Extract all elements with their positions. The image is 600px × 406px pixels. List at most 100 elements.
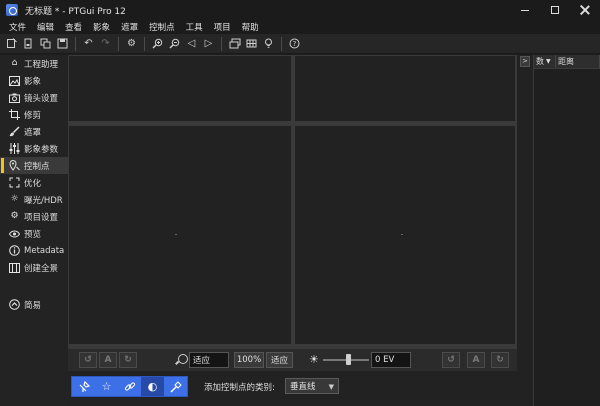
sidebar-item-crop[interactable]: 修剪 (0, 106, 68, 123)
wand-icon[interactable] (164, 377, 187, 396)
next-icon[interactable]: ▷ (201, 36, 216, 51)
menu-file[interactable]: 文件 (4, 21, 32, 33)
lightbulb-icon[interactable] (261, 36, 276, 51)
panorama-editor-icon[interactable] (227, 36, 242, 51)
zoom-100-button[interactable]: 100% (234, 352, 264, 368)
menu-view[interactable]: 查看 (60, 21, 88, 33)
auto-right-button[interactable]: A (467, 352, 485, 368)
add-control-point-icon[interactable] (72, 377, 95, 396)
left-image-viewer[interactable] (69, 126, 291, 344)
menu-control-points[interactable]: 控制点 (144, 21, 181, 33)
panorama-icon (9, 262, 20, 273)
toolbar-separator (75, 36, 76, 51)
sidebar-item-lens-settings[interactable]: 镜头设置 (0, 89, 68, 106)
home-icon: ⌂ (11, 58, 18, 68)
previous-icon[interactable]: ◁ (184, 36, 199, 51)
left-image-strip[interactable] (69, 56, 291, 121)
control-point-table-panel: > 数 ▼ 距离 (517, 55, 600, 406)
image-icon (9, 75, 20, 86)
sidebar: ⌂ 工程助理 影象 镜头设置 修剪 遮罩 影象参数 控制点 优化 ☼ 曝光/HD… (0, 55, 68, 406)
star-icon[interactable]: ☆ (95, 377, 118, 396)
close-icon (580, 5, 590, 15)
right-image-viewer[interactable] (295, 126, 515, 344)
viewer-control-bar: ↺ A ↻ 适应 100% 适应 ☀ 0 EV ↺ A ↻ (68, 349, 517, 371)
settings-icon[interactable]: ⚙ (124, 36, 139, 51)
grid-icon[interactable] (244, 36, 259, 51)
maximize-button[interactable] (540, 0, 570, 20)
rotate-right-right-button[interactable]: ↻ (491, 352, 509, 368)
sidebar-item-simple-mode[interactable]: 简易 (0, 296, 41, 313)
optimize-icon (9, 177, 20, 188)
sidebar-item-create-panorama[interactable]: 创建全景 (0, 259, 68, 276)
contrast-icon[interactable]: ◐ (141, 377, 164, 396)
zoom-fit-field[interactable]: 适应 (189, 352, 229, 368)
menu-bar: 文件 编辑 查看 影象 遮罩 控制点 工具 项目 帮助 (0, 20, 600, 34)
sidebar-item-label: 预览 (24, 229, 42, 240)
exposure-icon: ☼ (10, 194, 19, 204)
maximize-icon (551, 6, 559, 14)
menu-help[interactable]: 帮助 (237, 21, 265, 33)
ev-field[interactable]: 0 EV (371, 352, 411, 368)
auto-left-button[interactable]: A (99, 352, 117, 368)
sidebar-item-label: 影象参数 (24, 144, 59, 155)
sidebar-item-label: 修剪 (24, 110, 42, 121)
sidebar-item-label: Metadata (24, 245, 65, 256)
sidebar-item-label: 影象 (24, 76, 42, 87)
menu-images[interactable]: 影象 (88, 21, 116, 33)
sidebar-item-label: 曝光/HDR (24, 195, 63, 206)
open-project-icon[interactable] (21, 36, 36, 51)
zoom-fit-button[interactable]: 适应 (266, 352, 293, 368)
control-point-type-select[interactable]: 垂直线 ▼ (285, 378, 339, 394)
sidebar-item-label: 简易 (24, 300, 42, 311)
sidebar-item-metadata[interactable]: Metadata (0, 242, 68, 259)
table-header: 数 ▼ 距离 (534, 55, 600, 69)
minimize-button[interactable] (510, 0, 540, 20)
rotate-left-left-button[interactable]: ↺ (79, 352, 97, 368)
close-button[interactable] (570, 0, 600, 20)
zoom-icon (178, 354, 188, 364)
control-point-editor: ↺ A ↻ 适应 100% 适应 ☀ 0 EV ↺ A ↻ ☆ ◐ 添加控制点的 (68, 55, 517, 406)
menu-mask[interactable]: 遮罩 (116, 21, 144, 33)
sidebar-item-label: 控制点 (24, 161, 50, 172)
save-icon[interactable] (55, 36, 70, 51)
camera-icon (9, 92, 20, 103)
expand-panel-button[interactable]: > (520, 56, 530, 67)
sidebar-item-exposure-hdr[interactable]: ☼ 曝光/HDR (0, 191, 68, 208)
exposure-slider-thumb[interactable] (345, 354, 351, 365)
copy-icon[interactable] (38, 36, 53, 51)
sidebar-item-image-parameters[interactable]: 影象参数 (0, 140, 68, 157)
sidebar-item-label: 遮罩 (24, 127, 42, 138)
sidebar-item-project-settings[interactable]: ⚙ 项目设置 (0, 208, 68, 225)
redo-icon[interactable]: ↷ (98, 36, 113, 51)
zoom-in-icon[interactable] (150, 36, 165, 51)
control-point-tool-group: ☆ ◐ (71, 376, 188, 397)
eye-icon (9, 228, 20, 239)
sidebar-item-project-assistant[interactable]: ⌂ 工程助理 (0, 55, 68, 72)
sidebar-item-label: 镜头设置 (24, 93, 59, 104)
menu-edit[interactable]: 编辑 (32, 21, 60, 33)
svg-text:?: ? (293, 40, 297, 48)
undo-icon[interactable]: ↶ (81, 36, 96, 51)
window-title: 无标题 * - PTGui Pro 12 (25, 6, 126, 17)
sidebar-item-control-points[interactable]: 控制点 (0, 157, 68, 174)
menu-project[interactable]: 项目 (209, 21, 237, 33)
sidebar-item-preview[interactable]: 预览 (0, 225, 68, 242)
control-point-type-label: 添加控制点的类别: (204, 383, 275, 393)
toolbar: ↶ ↷ ⚙ ◁ ▷ ? (0, 34, 600, 54)
column-header-distance[interactable]: 距离 (556, 55, 600, 68)
rotate-left-right-button[interactable]: ↺ (442, 352, 460, 368)
sidebar-item-optimize[interactable]: 优化 (0, 174, 68, 191)
menu-tools[interactable]: 工具 (181, 21, 209, 33)
new-project-icon[interactable] (4, 36, 19, 51)
help-icon[interactable]: ? (287, 36, 302, 51)
sidebar-item-images[interactable]: 影象 (0, 72, 68, 89)
control-point-table[interactable]: 数 ▼ 距离 (533, 55, 600, 406)
rotate-right-left-button[interactable]: ↻ (119, 352, 137, 368)
sidebar-item-mask[interactable]: 遮罩 (0, 123, 68, 140)
right-image-strip[interactable] (295, 56, 515, 121)
control-point-type-value: 垂直线 (290, 382, 316, 392)
column-header-number[interactable]: 数 ▼ (534, 55, 556, 68)
link-icon[interactable] (118, 377, 141, 396)
zoom-out-icon[interactable] (167, 36, 182, 51)
sort-down-icon: ▼ (546, 58, 551, 65)
